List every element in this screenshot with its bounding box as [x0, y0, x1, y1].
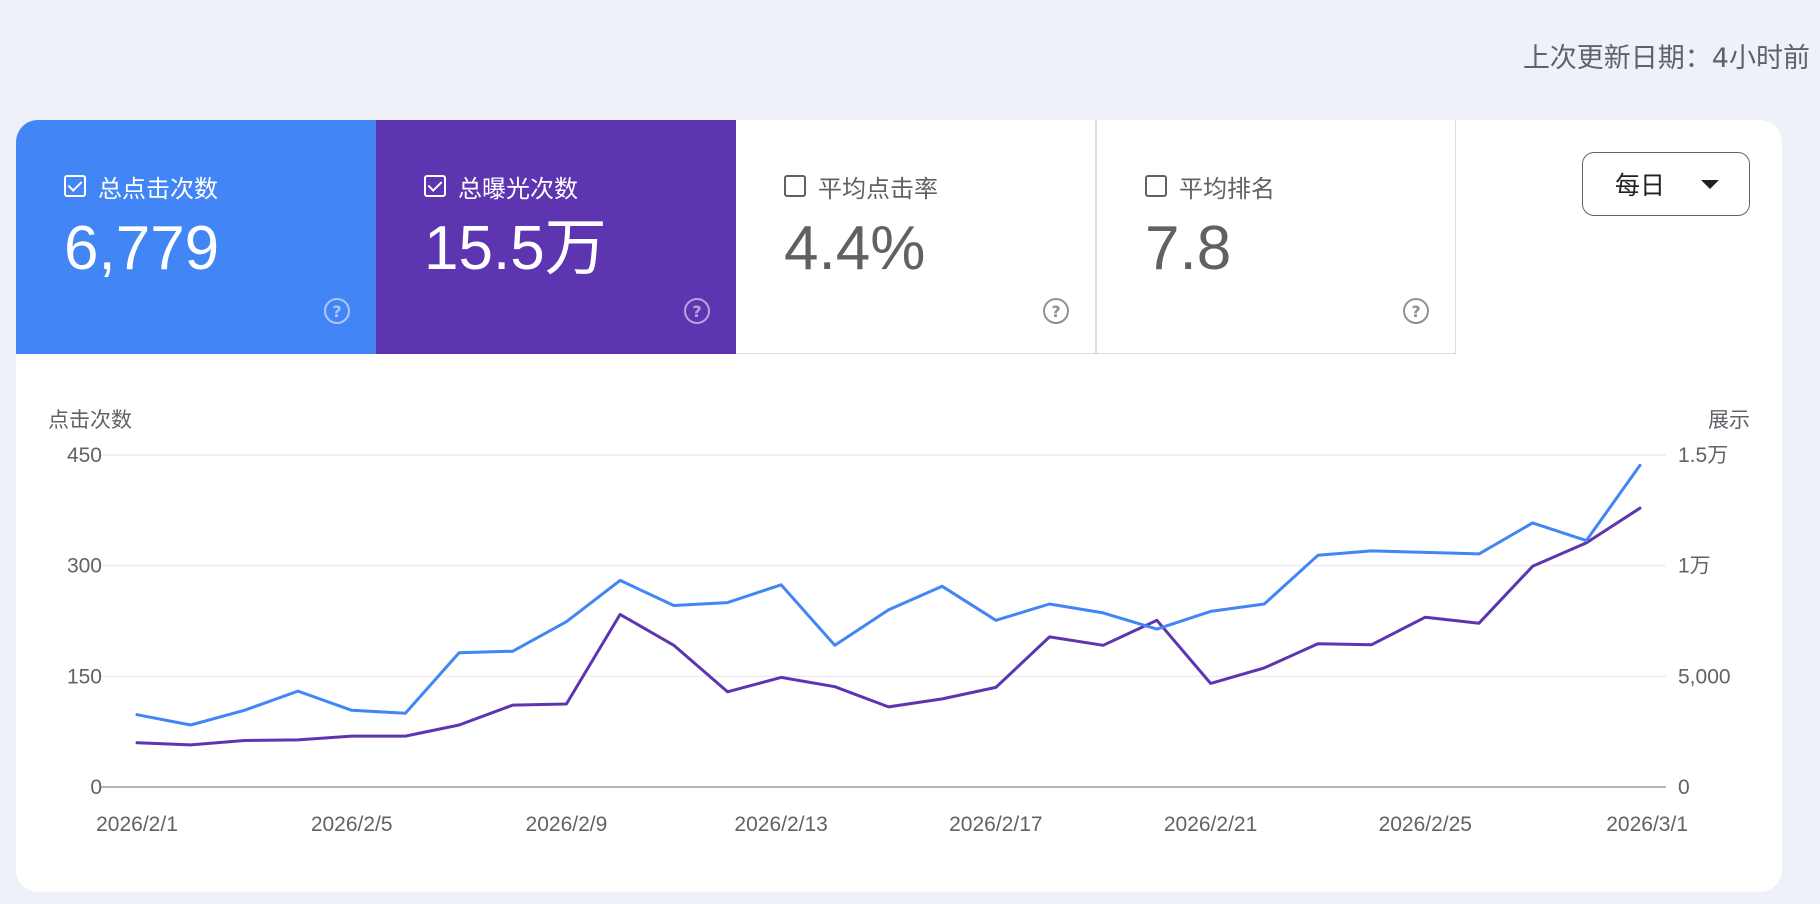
right-axis-title: 展示: [1708, 408, 1750, 432]
series-line-clicks: [135, 463, 1642, 727]
x-tick-label: 2026/2/1: [96, 813, 178, 836]
y-left-tick-label: 300: [67, 555, 102, 578]
x-tick-label: 2026/2/25: [1379, 813, 1472, 836]
y-right-tick-label: 0: [1678, 776, 1690, 799]
last-updated-text: 上次更新日期：4小时前: [1522, 43, 1810, 74]
left-axis-title: 点击次数: [48, 408, 132, 432]
y-left-tick-label: 0: [90, 776, 102, 799]
y-left-tick-label: 450: [67, 444, 102, 467]
x-tick-label: 2026/2/5: [311, 813, 393, 836]
x-tick-label: 2026/2/13: [734, 813, 827, 836]
y-right-tick-label: 5,000: [1678, 665, 1731, 688]
x-tick-label: 2026/3/1: [1606, 813, 1688, 836]
x-tick-label: 2026/2/9: [526, 813, 608, 836]
performance-line-chart: 点击次数 展示 0 0 150 5,000 300 1万 450 1.5万 2026/2/1 20…: [48, 408, 1750, 836]
x-tick-label: 2026/2/21: [1164, 813, 1257, 836]
y-right-tick-label: 1万: [1678, 555, 1711, 578]
y-left-tick-label: 150: [67, 665, 102, 688]
y-right-tick-label: 1.5万: [1678, 444, 1728, 467]
performance-card: 总点击次数 6,779 ? 总曝光次数 15.5万 ? 平均点击率 4.4% ?…: [16, 120, 1782, 892]
x-tick-label: 2026/2/17: [949, 813, 1042, 836]
